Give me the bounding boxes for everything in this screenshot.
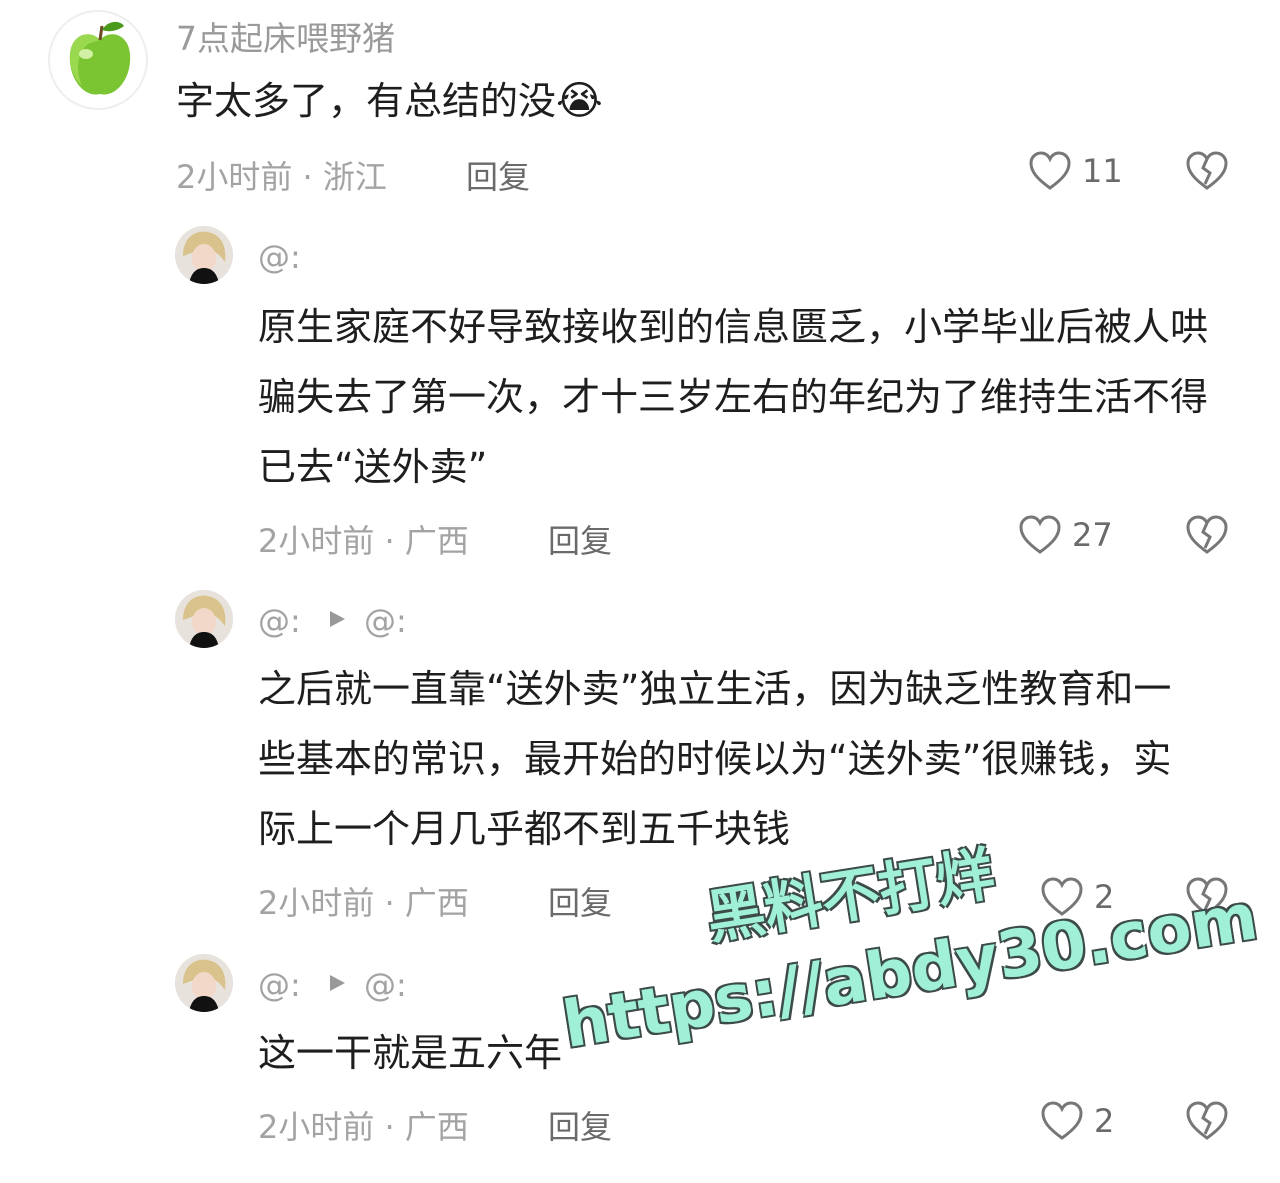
like-count: 27 [1072, 516, 1113, 554]
reply-button[interactable]: 回复 [548, 516, 612, 562]
user-portrait-icon [175, 590, 233, 648]
reply-target-mention[interactable]: @: [364, 602, 407, 640]
reply-user-mention[interactable]: @: [258, 602, 301, 640]
heart-icon[interactable] [1028, 150, 1072, 192]
reply-user-mention[interactable]: @: [258, 238, 301, 276]
comment-text-content: 字太多了，有总结的没 [176, 79, 557, 123]
broken-heart-icon[interactable] [1185, 514, 1229, 556]
heart-icon[interactable] [1018, 514, 1062, 556]
reply-time-location: 2小时前 · 广西 [258, 522, 469, 560]
reply-target-mention[interactable]: @: [364, 966, 407, 1004]
reply-user-mention[interactable]: @: [258, 966, 301, 1004]
reply-text: 原生家庭不好导致接收到的信息匮乏，小学毕业后被人哄骗失去了第一次，才十三岁左右的… [258, 305, 1209, 489]
avatar-main[interactable] [48, 10, 148, 110]
heart-icon[interactable] [1040, 1100, 1084, 1142]
user-portrait-icon [175, 226, 233, 284]
play-arrow-icon [330, 611, 345, 627]
broken-heart-icon[interactable] [1185, 1100, 1229, 1142]
play-arrow-icon [330, 975, 345, 991]
like-count: 2 [1094, 1102, 1115, 1140]
user-portrait-icon [175, 954, 233, 1012]
like-count: 11 [1082, 152, 1123, 190]
reply-button[interactable]: 回复 [548, 1102, 612, 1148]
comment-username[interactable]: 7点起床喂野猪 [176, 12, 395, 60]
reply-avatar[interactable] [175, 590, 233, 648]
reply-avatar[interactable] [175, 954, 233, 1012]
reply-time-location: 2小时前 · 广西 [258, 884, 469, 922]
green-apple-icon [69, 21, 131, 95]
reply-text: 之后就一直靠“送外卖”独立生活，因为缺乏性教育和一些基本的常识，最开始的时候以为… [258, 667, 1172, 851]
comment-time-location: 2小时前 · 浙江 [176, 158, 387, 196]
reply-button[interactable]: 回复 [548, 878, 612, 924]
reply-button[interactable]: 回复 [466, 152, 530, 198]
reply-avatar[interactable] [175, 226, 233, 284]
reply-time-location: 2小时前 · 广西 [258, 1108, 469, 1146]
crying-laughing-emoji: 😭 [556, 78, 603, 124]
comment-text: 字太多了，有总结的没😭 [176, 70, 603, 125]
broken-heart-icon[interactable] [1185, 150, 1229, 192]
